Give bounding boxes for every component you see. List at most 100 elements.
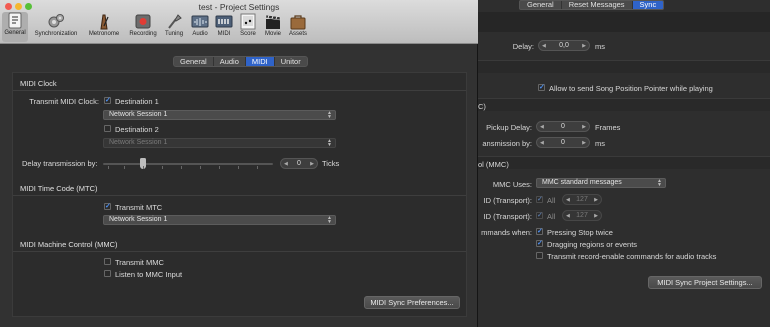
tab-reset-messages[interactable]: Reset Messages bbox=[562, 1, 633, 9]
toolbar-tuning[interactable]: Tuning bbox=[161, 13, 187, 37]
destination1-value: Network Session 1 bbox=[109, 111, 168, 118]
mtc-destination-popup[interactable]: Network Session 1 ▲ ▼ bbox=[103, 215, 336, 225]
tab-unitor[interactable]: Unitor bbox=[275, 57, 307, 66]
delay-unit: ms bbox=[595, 42, 605, 51]
toolbar-recording[interactable]: Recording bbox=[127, 13, 159, 37]
updown-arrows-icon: ▲ ▼ bbox=[327, 138, 332, 148]
score-icon bbox=[240, 13, 256, 30]
dragging-label: Dragging regions or events bbox=[547, 240, 638, 249]
tab-audio[interactable]: Audio bbox=[214, 57, 246, 66]
destination2-value: Network Session 1 bbox=[109, 139, 168, 146]
listen-mmc-checkbox[interactable] bbox=[104, 270, 111, 277]
midi-sync-preferences-button[interactable]: MIDI Sync Preferences... bbox=[364, 296, 460, 309]
transmission-label: ansmission by: bbox=[482, 139, 532, 148]
toolbar-general[interactable]: General bbox=[2, 12, 28, 42]
toolbar-movie[interactable]: Movie bbox=[261, 13, 285, 37]
id-stepper[interactable]: ◀ 127 ▶ bbox=[562, 210, 602, 221]
transmit-midi-clock-label: Transmit MIDI Clock: bbox=[29, 97, 99, 106]
id-transport-label: ID (Transport): bbox=[483, 196, 532, 205]
id-stepper[interactable]: ◀ 127 ▶ bbox=[562, 194, 602, 205]
delay-label: Delay: bbox=[512, 42, 534, 51]
destination2-checkbox[interactable] bbox=[104, 125, 111, 132]
delay-slider-track[interactable] bbox=[103, 163, 273, 165]
section-divider bbox=[13, 195, 466, 196]
listen-mmc-label: Listen to MMC Input bbox=[115, 270, 183, 279]
delay-ticks-stepper[interactable]: ◀ 0 ▶ bbox=[280, 158, 318, 169]
destination2-label: Destination 2 bbox=[115, 125, 159, 134]
slider-tick bbox=[181, 166, 182, 169]
sync-settings-window: General Reset Messages Sync Delay: ◀ 0,0 ▶… bbox=[478, 0, 770, 327]
dragging-checkbox[interactable]: ✓ bbox=[536, 240, 543, 247]
slider-tick bbox=[200, 166, 201, 169]
toolbar-score[interactable]: Score bbox=[237, 13, 259, 37]
general-icon bbox=[8, 12, 22, 29]
mtc-header: MIDI Time Code (MTC) bbox=[20, 184, 98, 193]
section-divider bbox=[13, 251, 466, 252]
audio-icon bbox=[191, 15, 209, 28]
slider-tick bbox=[108, 166, 109, 169]
mmc-header: MIDI Machine Control (MMC) bbox=[20, 240, 118, 249]
id-value: 127 bbox=[576, 196, 588, 203]
id-all-checkbox[interactable]: ✓ bbox=[536, 212, 543, 219]
transmit-mtc-label: Transmit MTC bbox=[115, 203, 163, 212]
transmit-mtc-checkbox[interactable]: ✓ bbox=[104, 203, 111, 210]
midi-clock-header: MIDI Clock bbox=[20, 79, 57, 88]
toolbar-assets[interactable]: Assets bbox=[286, 13, 310, 37]
delay-stepper[interactable]: ◀ 0,0 ▶ bbox=[538, 40, 590, 51]
toolbar-score-label: Score bbox=[240, 31, 256, 37]
toolbar-recording-label: Recording bbox=[129, 31, 157, 37]
slider-tick bbox=[219, 166, 220, 169]
movie-icon bbox=[265, 14, 281, 29]
pressing-stop-checkbox[interactable]: ✓ bbox=[536, 228, 543, 235]
spp-checkbox[interactable]: ✓ bbox=[538, 84, 545, 91]
mtc-destination-value: Network Session 1 bbox=[109, 216, 168, 223]
tab-sync[interactable]: Sync bbox=[632, 1, 664, 9]
tab-general[interactable]: General bbox=[174, 57, 214, 66]
toolbar-metronome[interactable]: Metronome bbox=[86, 13, 122, 37]
delay-value: 0,0 bbox=[559, 42, 569, 49]
slider-tick bbox=[143, 166, 144, 169]
recording-icon bbox=[135, 14, 151, 29]
destination1-popup[interactable]: Network Session 1 ▲ ▼ bbox=[103, 110, 336, 120]
pressing-stop-label: Pressing Stop twice bbox=[547, 228, 613, 237]
destination2-popup[interactable]: Network Session 1 ▲ ▼ bbox=[103, 138, 336, 148]
pickup-delay-unit: Frames bbox=[595, 123, 621, 132]
title-bar: test - Project Settings General Synchron… bbox=[0, 0, 478, 44]
toolbar-metronome-label: Metronome bbox=[88, 31, 120, 37]
window-title: test - Project Settings bbox=[198, 2, 280, 12]
tab-midi[interactable]: MIDI bbox=[245, 57, 275, 66]
mmc-section-header: ol (MMC) bbox=[478, 160, 509, 169]
toolbar-synchronization[interactable]: Synchronization bbox=[31, 13, 81, 37]
id-all-checkbox[interactable]: ✓ bbox=[536, 196, 543, 203]
mmc-uses-popup[interactable]: MMC standard messages ▲ ▼ bbox=[536, 178, 666, 188]
settings-tab-bar: General Audio MIDI Unitor bbox=[173, 56, 308, 67]
sync-tab-strip bbox=[478, 12, 770, 32]
id-value: 127 bbox=[576, 212, 588, 219]
spp-label: Allow to send Song Position Pointer whil… bbox=[549, 84, 713, 93]
transmit-record-label: Transmit record-enable commands for audi… bbox=[547, 252, 717, 261]
synchronization-icon bbox=[48, 14, 64, 28]
assets-icon bbox=[290, 15, 306, 30]
updown-arrows-icon: ▲ ▼ bbox=[327, 215, 332, 225]
slider-tick bbox=[162, 166, 163, 169]
section-divider bbox=[13, 90, 466, 91]
transmit-mmc-label: Transmit MMC bbox=[115, 258, 164, 267]
toolbar-midi[interactable]: MIDI bbox=[213, 13, 235, 37]
section-divider bbox=[478, 156, 770, 169]
mtc-section-header: C) bbox=[478, 102, 486, 111]
transmit-mmc-checkbox[interactable] bbox=[104, 258, 111, 265]
transmit-record-checkbox[interactable] bbox=[536, 252, 543, 259]
section-divider bbox=[478, 98, 770, 111]
pickup-delay-label: Pickup Delay: bbox=[486, 123, 532, 132]
toolbar-audio[interactable]: Audio bbox=[188, 13, 212, 37]
sync-tab-bar: General Reset Messages Sync bbox=[519, 0, 665, 10]
transmission-stepper[interactable]: ◀ 0 ▶ bbox=[536, 137, 590, 148]
toolbar-synchronization-label: Synchronization bbox=[34, 31, 78, 37]
pickup-delay-stepper[interactable]: ◀ 0 ▶ bbox=[536, 121, 590, 132]
midi-sync-project-settings-button[interactable]: MIDI Sync Project Settings... bbox=[648, 276, 762, 289]
delay-ticks-unit: Ticks bbox=[322, 159, 340, 168]
destination1-checkbox[interactable]: ✓ bbox=[104, 97, 111, 104]
tab-general-sync[interactable]: General bbox=[520, 1, 562, 9]
id-transport-label: ID (Transport): bbox=[483, 212, 532, 221]
destination1-label: Destination 1 bbox=[115, 97, 159, 106]
